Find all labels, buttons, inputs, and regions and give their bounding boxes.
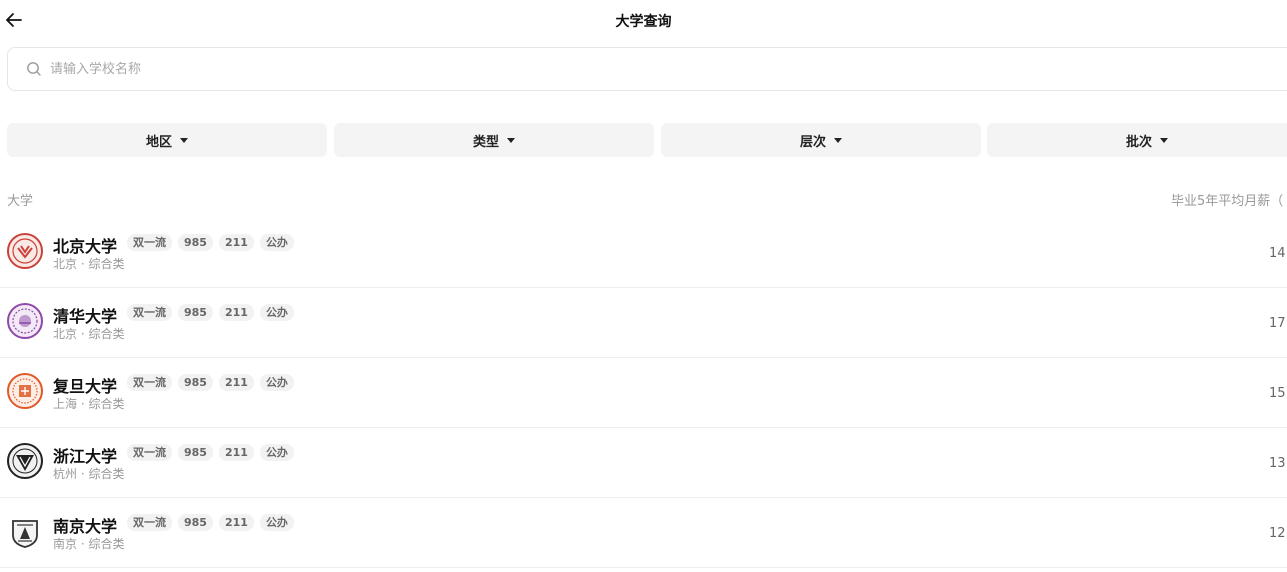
salary-value: 12 — [1269, 526, 1286, 541]
tag: 211 — [218, 304, 254, 321]
page-title: 大学查询 — [615, 14, 672, 30]
university-logo — [7, 443, 43, 479]
tag: 211 — [218, 374, 254, 391]
university-list: 北京大学 双一流 985 211 公办 北京 · 综合类 14 清华大学 双一流… — [0, 218, 1287, 568]
university-logo — [7, 513, 43, 549]
university-row[interactable]: 南京大学 双一流 985 211 公办 南京 · 综合类 12 — [0, 498, 1287, 568]
tag: 双一流 — [127, 514, 172, 531]
search-box[interactable] — [7, 47, 1287, 91]
tag: 985 — [178, 234, 213, 251]
tag-list: 双一流 985 211 公办 — [127, 444, 294, 461]
tag: 公办 — [259, 514, 294, 531]
tag: 985 — [178, 304, 213, 321]
tag: 985 — [178, 374, 213, 391]
tag: 985 — [178, 444, 213, 461]
university-name: 北京大学 — [53, 237, 118, 256]
caret-down-icon — [180, 137, 188, 143]
university-location-category: 北京 · 综合类 — [53, 257, 125, 271]
tag-list: 双一流 985 211 公办 — [127, 514, 294, 531]
tag: 公办 — [259, 444, 294, 461]
search-icon — [26, 61, 42, 77]
filter-label: 地区 — [145, 134, 172, 150]
university-name: 清华大学 — [53, 307, 118, 326]
university-logo — [7, 303, 43, 339]
filter-bar: 地区 类型 层次 批次 — [0, 123, 1287, 157]
tag: 双一流 — [127, 304, 172, 321]
filter-level[interactable]: 层次 — [661, 123, 981, 157]
university-name: 复旦大学 — [53, 377, 118, 396]
university-location-category: 北京 · 综合类 — [53, 327, 125, 341]
university-name: 浙江大学 — [53, 447, 118, 466]
tag: 双一流 — [127, 444, 172, 461]
university-location-category: 杭州 · 综合类 — [53, 467, 125, 481]
tag: 公办 — [259, 374, 294, 391]
university-location-category: 南京 · 综合类 — [53, 537, 125, 551]
filter-type[interactable]: 类型 — [334, 123, 654, 157]
university-row[interactable]: 清华大学 双一流 985 211 公办 北京 · 综合类 17 — [0, 288, 1287, 358]
caret-down-icon — [834, 137, 842, 143]
tag: 985 — [178, 514, 213, 531]
university-row[interactable]: 北京大学 双一流 985 211 公办 北京 · 综合类 14 — [0, 218, 1287, 288]
caret-down-icon — [507, 137, 515, 143]
filter-label: 类型 — [472, 134, 499, 150]
header: 大学查询 — [0, 0, 1287, 40]
filter-label: 层次 — [799, 134, 826, 150]
column-header-university: 大学 — [7, 194, 34, 209]
tag: 双一流 — [127, 374, 172, 391]
salary-value: 13 — [1269, 456, 1286, 471]
filter-region[interactable]: 地区 — [7, 123, 327, 157]
filter-label: 批次 — [1125, 134, 1152, 150]
university-search-page: 大学查询 地区 类型 层次 批次 大学 毕业5年平均月薪（ — [0, 0, 1287, 572]
tag-list: 双一流 985 211 公办 — [127, 374, 294, 391]
salary-value: 14 — [1269, 246, 1286, 261]
university-row[interactable]: 复旦大学 双一流 985 211 公办 上海 · 综合类 15 — [0, 358, 1287, 428]
tag: 双一流 — [127, 234, 172, 251]
tag: 211 — [218, 514, 254, 531]
filter-batch[interactable]: 批次 — [987, 123, 1287, 157]
tag-list: 双一流 985 211 公办 — [127, 234, 294, 251]
university-row[interactable]: 浙江大学 双一流 985 211 公办 杭州 · 综合类 13 — [0, 428, 1287, 498]
tag: 公办 — [259, 304, 294, 321]
caret-down-icon — [1160, 137, 1168, 143]
university-logo — [7, 233, 43, 269]
tag: 211 — [218, 444, 254, 461]
university-name: 南京大学 — [53, 517, 118, 536]
tag: 公办 — [259, 234, 294, 251]
search-input[interactable] — [48, 60, 652, 78]
university-location-category: 上海 · 综合类 — [53, 397, 125, 411]
salary-value: 15 — [1269, 386, 1286, 401]
tag-list: 双一流 985 211 公办 — [127, 304, 294, 321]
salary-value: 17 — [1269, 316, 1286, 331]
tag: 211 — [218, 234, 254, 251]
column-header-salary[interactable]: 毕业5年平均月薪（ — [1171, 190, 1283, 209]
university-logo — [7, 373, 43, 409]
